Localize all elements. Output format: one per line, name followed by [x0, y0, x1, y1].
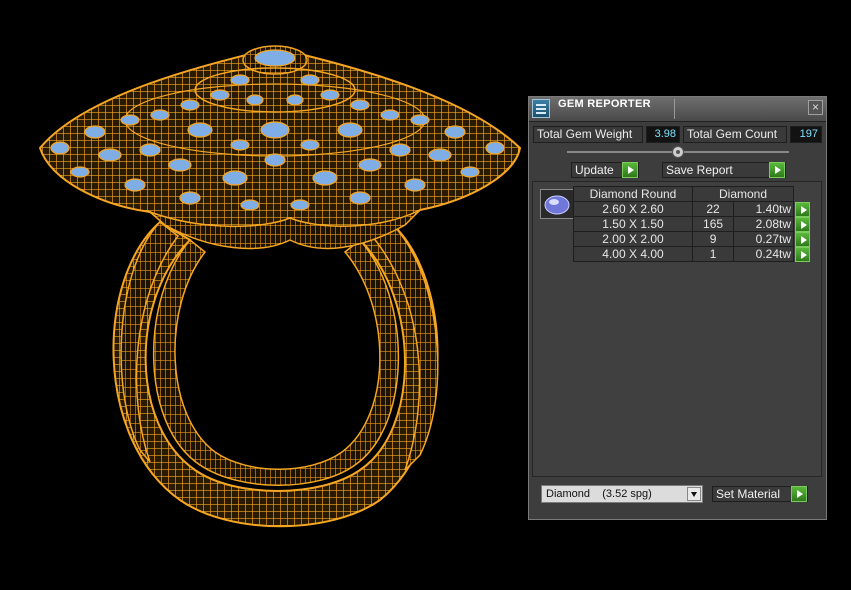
table-row: 2.60 X 2.60 22 1.40tw	[573, 201, 813, 217]
row-select-arrow-icon[interactable]	[795, 246, 810, 262]
gem-thumbnail[interactable]	[540, 189, 574, 219]
row-select-arrow-icon[interactable]	[795, 231, 810, 247]
material-dropdown[interactable]: Diamond (3.52 spg)	[541, 485, 703, 503]
update-button[interactable]: Update	[571, 162, 639, 178]
gem-size: 2.60 X 2.60	[573, 201, 693, 217]
row-select-arrow-icon[interactable]	[795, 201, 810, 217]
gem-size: 1.50 X 1.50	[573, 216, 693, 232]
table-row: 4.00 X 4.00 1 0.24tw	[573, 246, 813, 262]
chevron-down-icon[interactable]	[687, 487, 701, 501]
gem-count: 22	[691, 201, 735, 217]
gem-reporter-icon	[532, 99, 550, 118]
material-selected-value: Diamond (3.52 spg)	[546, 488, 652, 500]
table-header-row: Diamond Round Diamond	[573, 186, 813, 202]
set-material-button-label: Set Material	[716, 487, 781, 501]
gem-count: 9	[691, 231, 735, 247]
play-arrow-icon	[769, 162, 785, 178]
title-tab-divider	[674, 99, 675, 119]
ring-shank	[112, 220, 439, 528]
play-arrow-icon	[791, 486, 807, 502]
save-report-button-label: Save Report	[666, 163, 733, 177]
gem-size: 4.00 X 4.00	[573, 246, 693, 262]
gem-size: 2.00 X 2.00	[573, 231, 693, 247]
table-row: 2.00 X 2.00 9 0.27tw	[573, 231, 813, 247]
row-select-arrow-icon[interactable]	[795, 216, 810, 232]
gem-report-table: Diamond Round Diamond 2.60 X 2.60 22 1.4…	[573, 186, 813, 262]
round-diamond-icon	[544, 195, 570, 215]
update-button-label: Update	[575, 163, 614, 177]
table-row: 1.50 X 1.50 165 2.08tw	[573, 216, 813, 232]
total-gem-count-value: 197	[790, 126, 822, 143]
gem-count: 1	[691, 246, 735, 262]
set-material-button[interactable]: Set Material	[712, 486, 808, 502]
gem-weight: 1.40tw	[733, 201, 794, 217]
gem-reporter-panel: GEM REPORTER × Total Gem Weight 3.98 Tot…	[528, 96, 827, 520]
report-area: Diamond Round Diamond 2.60 X 2.60 22 1.4…	[532, 181, 822, 477]
total-gem-weight-value: 3.98	[646, 126, 680, 143]
panel-title: GEM REPORTER	[558, 98, 651, 110]
header-diamond-round: Diamond Round	[573, 186, 693, 202]
play-arrow-icon	[622, 162, 638, 178]
ring-head	[38, 45, 522, 250]
gem-weight: 0.24tw	[733, 246, 794, 262]
close-button[interactable]: ×	[808, 100, 823, 115]
save-report-button[interactable]: Save Report	[662, 162, 786, 178]
size-slider-thumb[interactable]	[672, 146, 684, 158]
gem-weight: 0.27tw	[733, 231, 794, 247]
panel-titlebar[interactable]: GEM REPORTER ×	[529, 97, 826, 122]
total-gem-weight-label: Total Gem Weight	[533, 126, 643, 143]
gem-count: 165	[691, 216, 735, 232]
gem-weight: 2.08tw	[733, 216, 794, 232]
total-gem-count-label: Total Gem Count	[683, 126, 787, 143]
header-diamond: Diamond	[692, 186, 794, 202]
